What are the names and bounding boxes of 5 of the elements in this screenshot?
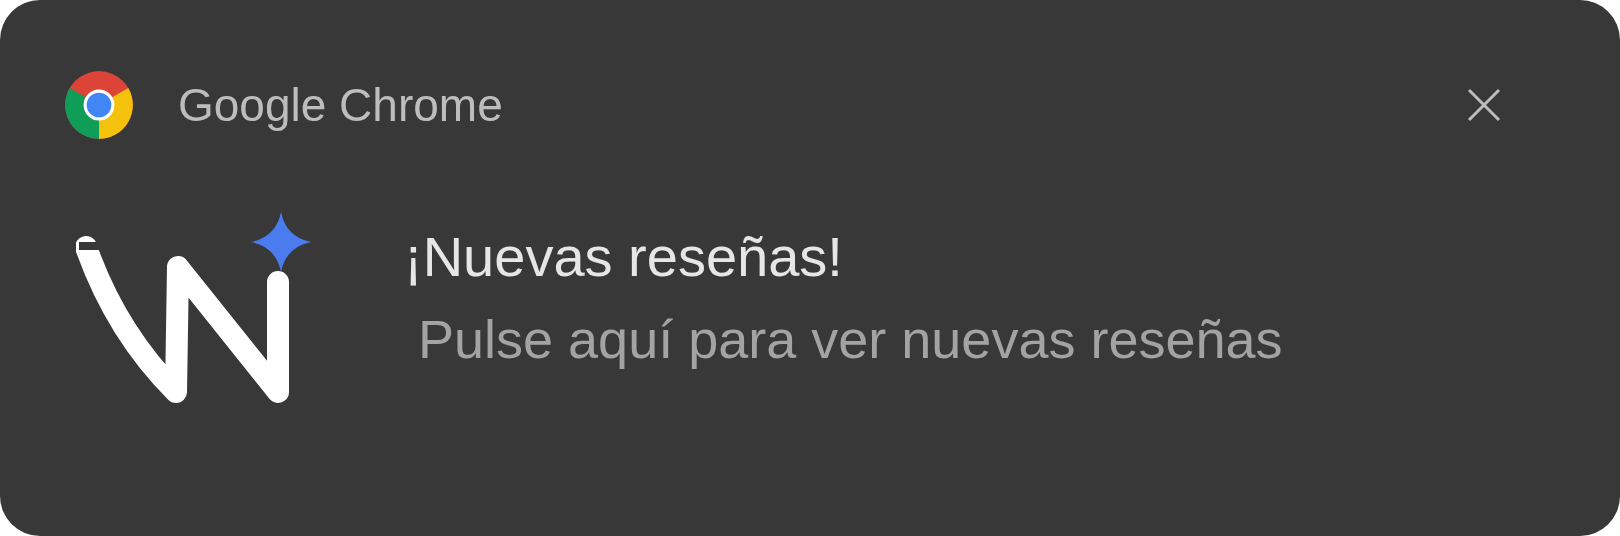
notification-title: ¡Nuevas reseñas! <box>404 224 844 290</box>
notification-card[interactable]: Google Chrome ¡Nuevas reseñas! Pulse aquí para ver nuevas reseñas <box>0 0 1620 536</box>
notification-message: Pulse aquí para ver nuevas reseñas <box>418 308 1283 371</box>
browser-logo-icon <box>62 68 136 142</box>
close-icon[interactable] <box>1466 87 1502 123</box>
